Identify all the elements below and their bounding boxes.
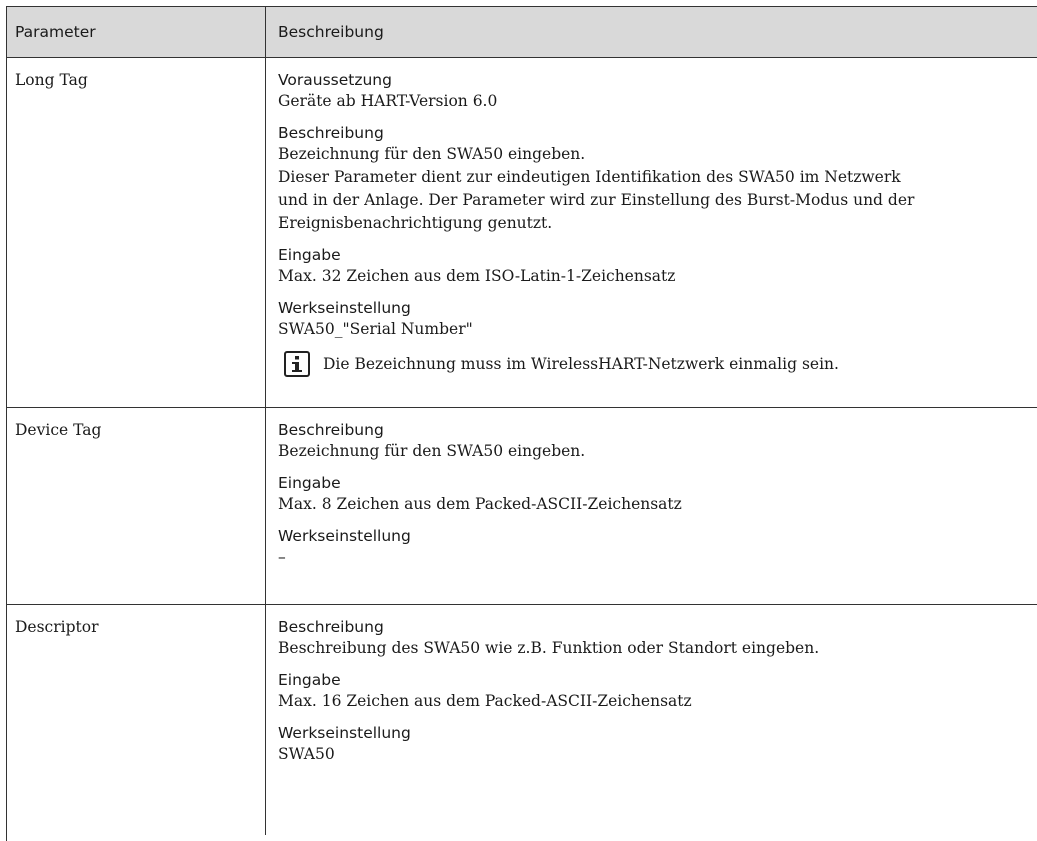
section-label: Beschreibung xyxy=(278,618,384,636)
section-text: SWA50 xyxy=(278,745,335,763)
section-beschreibung: Beschreibung Bezeichnung für den SWA50 e… xyxy=(278,420,1029,463)
section-label: Werkseinstellung xyxy=(278,724,411,742)
section-eingabe: Eingabe Max. 16 Zeichen aus dem Packed-A… xyxy=(278,670,1029,713)
header-description: Beschreibung xyxy=(278,23,384,41)
parameter-name: Descriptor xyxy=(7,605,266,835)
section-beschreibung: Beschreibung Bezeichnung für den SWA50 e… xyxy=(278,123,1029,235)
section-label: Beschreibung xyxy=(278,124,384,142)
section-eingabe: Eingabe Max. 8 Zeichen aus dem Packed-AS… xyxy=(278,473,1029,516)
section-text: Max. 32 Zeichen aus dem ISO-Latin-1-Zeic… xyxy=(278,267,676,285)
parameter-name: Long Tag xyxy=(7,58,266,407)
section-label: Eingabe xyxy=(278,246,341,264)
section-beschreibung: Beschreibung Beschreibung des SWA50 wie … xyxy=(278,617,1029,660)
info-icon xyxy=(284,351,310,377)
note-text: Die Bezeichnung muss im WirelessHART-Net… xyxy=(323,355,839,373)
section-text: Geräte ab HART-Version 6.0 xyxy=(278,92,498,110)
section-text: Bezeichnung für den SWA50 eingeben. xyxy=(278,442,586,460)
table-row: Device Tag Beschreibung Bezeichnung für … xyxy=(7,408,1037,605)
parameter-description: Beschreibung Beschreibung des SWA50 wie … xyxy=(266,605,1037,835)
parameter-name: Device Tag xyxy=(7,408,266,604)
section-text: Ereignisbenachrichtigung genutzt. xyxy=(278,214,553,232)
section-text: SWA50_"Serial Number" xyxy=(278,320,473,338)
header-parameter: Parameter xyxy=(7,7,266,57)
info-note: Die Bezeichnung muss im WirelessHART-Net… xyxy=(278,351,1029,377)
table-row: Descriptor Beschreibung Beschreibung des… xyxy=(7,605,1037,835)
section-eingabe: Eingabe Max. 32 Zeichen aus dem ISO-Lati… xyxy=(278,245,1029,288)
parameter-description: Beschreibung Bezeichnung für den SWA50 e… xyxy=(266,408,1037,604)
section-text: Max. 16 Zeichen aus dem Packed-ASCII-Zei… xyxy=(278,692,692,710)
section-label: Werkseinstellung xyxy=(278,527,411,545)
parameter-description: Voraussetzung Geräte ab HART-Version 6.0… xyxy=(266,58,1037,407)
section-text: Beschreibung des SWA50 wie z.B. Funktion… xyxy=(278,639,820,657)
section-label: Werkseinstellung xyxy=(278,299,411,317)
table-row: Long Tag Voraussetzung Geräte ab HART-Ve… xyxy=(7,58,1037,408)
section-text: Max. 8 Zeichen aus dem Packed-ASCII-Zeic… xyxy=(278,495,682,513)
section-voraussetzung: Voraussetzung Geräte ab HART-Version 6.0 xyxy=(278,70,1029,113)
section-werkseinstellung: Werkseinstellung SWA50_"Serial Number" xyxy=(278,298,1029,341)
section-text: Dieser Parameter dient zur eindeutigen I… xyxy=(278,168,901,186)
section-label: Eingabe xyxy=(278,474,341,492)
table-header: Parameter Beschreibung xyxy=(7,6,1037,58)
section-label: Voraussetzung xyxy=(278,71,392,89)
section-text: und in der Anlage. Der Parameter wird zu… xyxy=(278,191,915,209)
section-label: Beschreibung xyxy=(278,421,384,439)
section-werkseinstellung: Werkseinstellung SWA50 xyxy=(278,723,1029,766)
section-label: Eingabe xyxy=(278,671,341,689)
section-text: – xyxy=(278,548,286,566)
parameter-table: Parameter Beschreibung Long Tag Vorausse… xyxy=(6,6,1037,841)
section-werkseinstellung: Werkseinstellung – xyxy=(278,526,1029,569)
section-text: Bezeichnung für den SWA50 eingeben. xyxy=(278,145,586,163)
